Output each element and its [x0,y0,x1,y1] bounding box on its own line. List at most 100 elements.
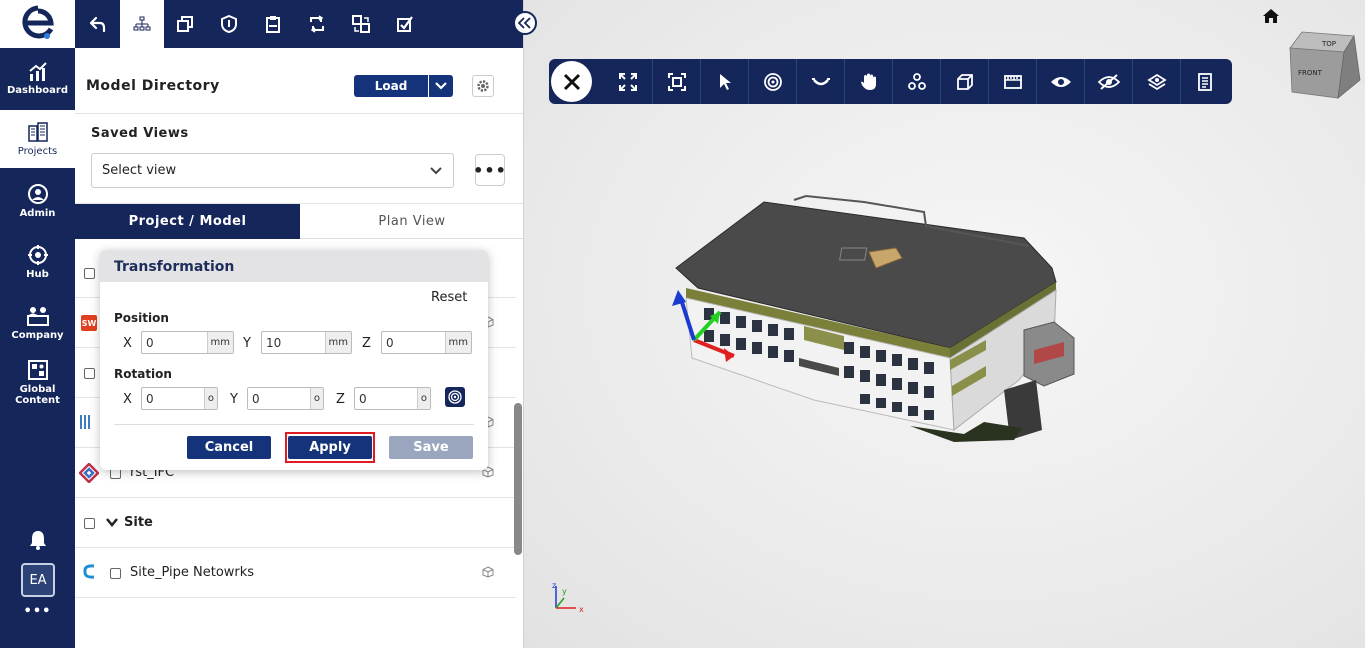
cancel-button[interactable]: Cancel [187,436,271,459]
reset-button[interactable]: Reset [431,290,467,305]
load-dropdown-button[interactable] [429,75,453,97]
undo-arrow-icon [89,16,106,33]
rotation-z-field[interactable]: o [354,387,431,410]
eye-icon [1050,76,1071,87]
left-nav: Dashboard Projects Admin Hub Company Glo… [0,0,75,648]
rotation-y-input[interactable] [248,388,308,409]
position-z-input[interactable] [382,332,444,353]
hierarchy-icon [133,16,151,31]
position-x-label: X [123,336,132,351]
tab-plan-view[interactable]: Plan View [300,204,523,239]
position-x-field[interactable]: mm [141,331,234,354]
rfi-button[interactable] [251,0,295,48]
nav-more-icon[interactable]: ••• [0,604,75,619]
cursor-icon [719,73,731,90]
table-row[interactable]: Site [75,498,516,548]
row-label: Site [124,515,153,530]
rotation-z-unit: o [416,388,430,409]
tab-project-model[interactable]: Project / Model [75,204,300,239]
model-tree-button[interactable] [120,0,164,48]
select-view-dropdown[interactable]: Select view [91,153,454,188]
solidworks-file-icon: SW [81,315,97,331]
save-button[interactable]: Save [389,436,473,459]
divider [114,424,474,425]
nav-projects[interactable]: Projects [0,110,75,168]
rotation-y-label: Y [230,392,238,407]
layers-visibility-button[interactable] [1132,59,1180,104]
rotation-y-field[interactable]: o [247,387,324,410]
rotation-z-input[interactable] [355,388,415,409]
saved-views-more-button[interactable]: ••• [473,154,506,186]
nav-hub[interactable]: Hub [0,233,75,291]
building-model[interactable] [664,190,1104,460]
smile-curve-icon [811,77,830,85]
measure-button[interactable] [988,59,1036,104]
row-checkbox[interactable] [110,568,121,579]
orbit-target-icon [763,72,782,91]
table-row[interactable]: Site_Pipe Netowrks [75,548,516,598]
row-checkbox[interactable] [84,518,95,529]
nav-projects-label: Projects [17,146,58,157]
logo-icon [21,5,54,39]
nav-dashboard[interactable]: Dashboard [0,50,75,108]
panel-toolbar [75,0,523,48]
row-label: Site_Pipe Netowrks [130,565,255,580]
look-around-button[interactable] [796,59,844,104]
show-button[interactable] [1036,59,1084,104]
nav-admin[interactable]: Admin [0,172,75,230]
viewer-toolbar [549,59,1232,104]
shield-button[interactable] [207,0,251,48]
scrollbar[interactable] [514,403,522,555]
apply-button-highlight [285,432,375,463]
rotation-z-label: Z [336,392,345,407]
pan-button[interactable] [844,59,892,104]
bell-icon[interactable] [28,529,48,555]
explode-button[interactable] [892,59,940,104]
back-button[interactable] [75,0,119,48]
compare-button[interactable] [339,0,383,48]
3d-viewport[interactable]: TOP FRONT x y z [524,0,1365,648]
rotation-x-input[interactable] [142,388,202,409]
checklist-button[interactable] [383,0,427,48]
avatar[interactable]: EA [21,563,55,597]
rotation-x-field[interactable]: o [141,387,218,410]
rotation-gizmo-button[interactable] [445,387,465,407]
chevron-down-icon[interactable] [106,516,118,531]
hub-icon [27,245,48,265]
view-cube[interactable]: TOP FRONT [1284,28,1365,100]
divider [75,113,523,114]
properties-button[interactable] [1180,59,1228,104]
clipboard-icon [266,16,280,33]
rotation-x-unit: o [203,388,217,409]
position-y-field[interactable]: mm [261,331,352,354]
nav-global-content[interactable]: Global Content [0,352,75,412]
app-logo[interactable] [0,0,75,48]
settings-button[interactable] [472,75,494,97]
close-viewer-button[interactable] [551,61,592,102]
collapse-panel-button[interactable] [513,11,537,35]
home-icon[interactable] [1262,8,1280,28]
fit-view-button[interactable] [604,59,652,104]
sync-button[interactable] [295,0,339,48]
chevron-down-icon [430,167,442,175]
row-checkbox[interactable] [84,368,95,379]
document-list-icon [1197,72,1212,91]
model-cube-icon[interactable] [482,566,494,582]
orbit-button[interactable] [748,59,796,104]
load-button[interactable]: Load [354,75,453,97]
row-checkbox[interactable] [84,268,95,279]
revit-file-icon [79,413,101,435]
position-x-input[interactable] [142,332,206,353]
chart-line-icon [28,62,47,81]
section-box-button[interactable] [940,59,988,104]
admin-gear-icon [27,184,48,204]
position-z-field[interactable]: mm [381,331,472,354]
nav-company[interactable]: Company [0,294,75,352]
layers-button[interactable] [163,0,207,48]
hide-button[interactable] [1084,59,1132,104]
close-icon [563,73,580,90]
select-tool-button[interactable] [700,59,748,104]
position-y-input[interactable] [262,332,324,353]
axis-z-label: z [552,581,556,590]
focus-button[interactable] [652,59,700,104]
